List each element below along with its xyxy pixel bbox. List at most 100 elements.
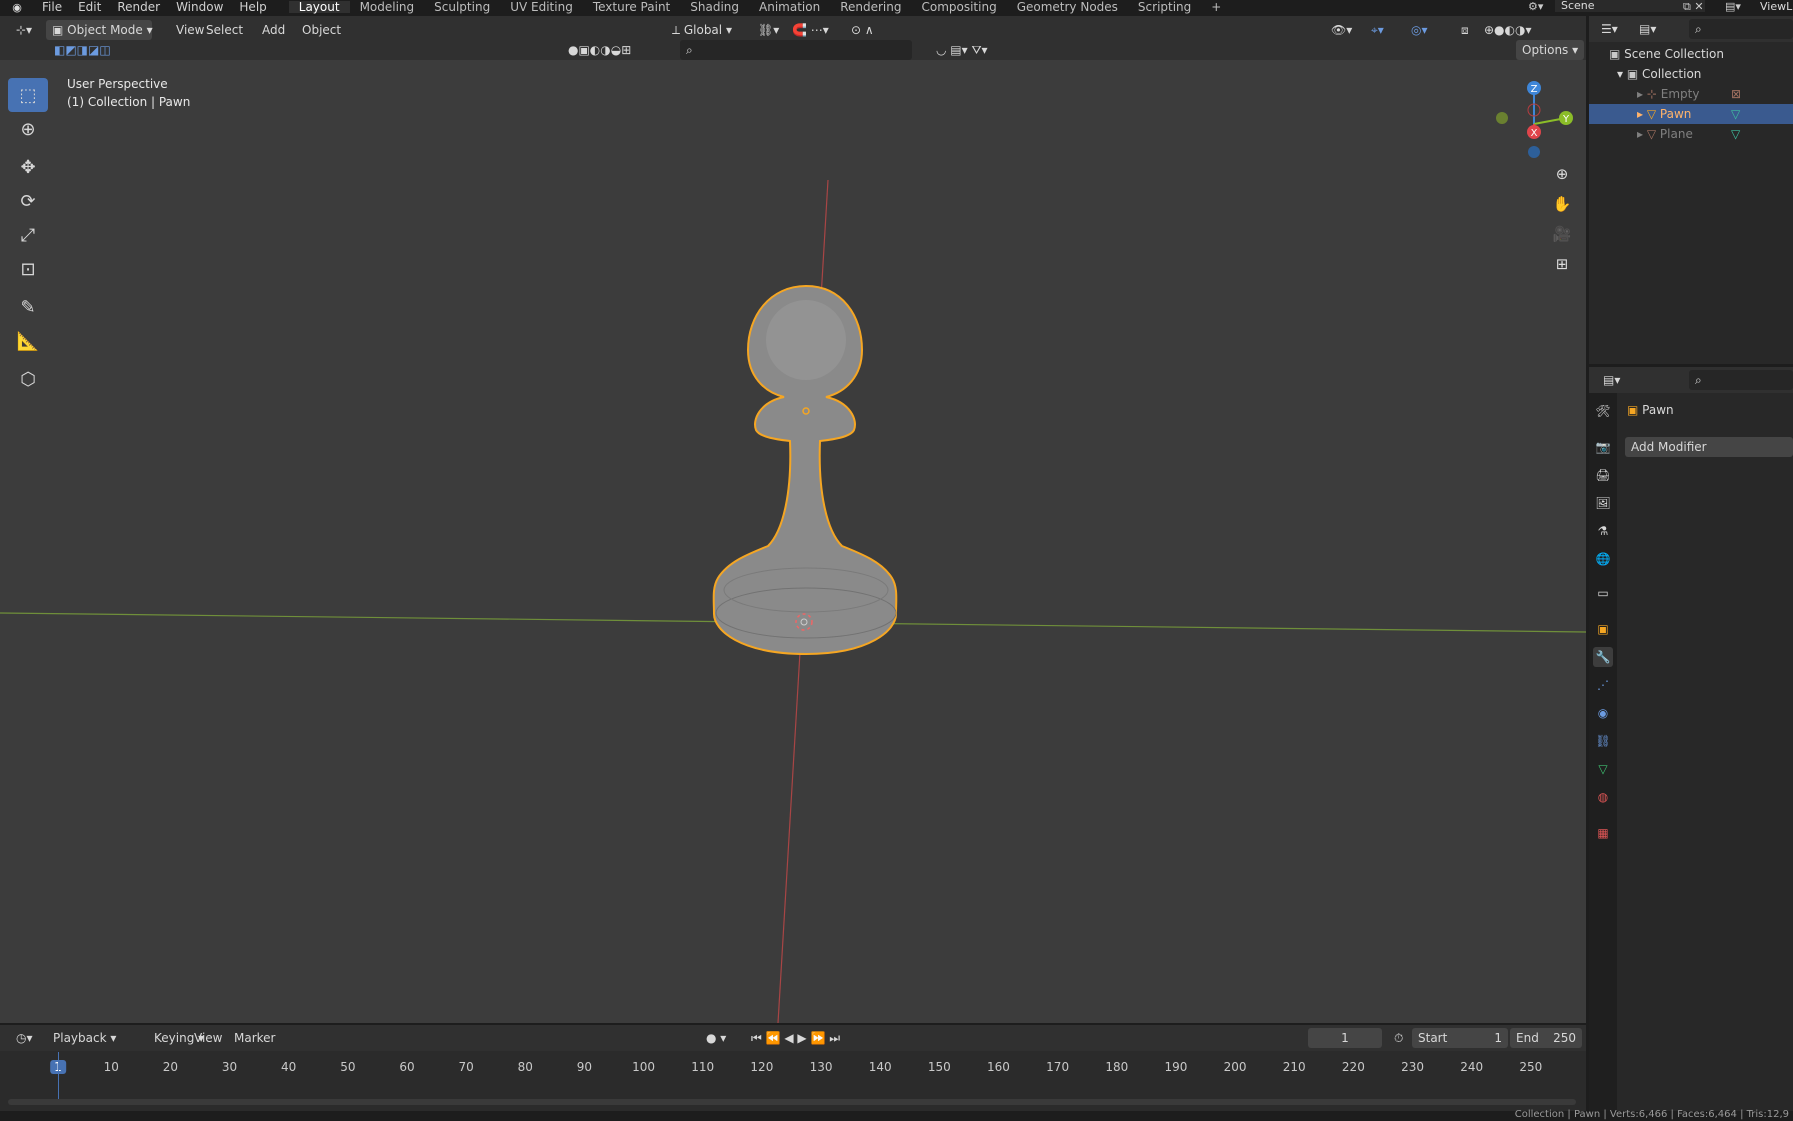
output-tab-icon[interactable]: 🖨 bbox=[1593, 465, 1613, 485]
filter-icon[interactable]: ◡ ▤▾ ⛛▾ bbox=[930, 40, 994, 60]
tab-shading[interactable]: Shading bbox=[680, 1, 749, 13]
outliner-search[interactable]: ⌕ bbox=[1689, 19, 1793, 39]
menu-select[interactable]: Select bbox=[200, 20, 249, 40]
proportional-edit-icon[interactable]: ⊙ ∧ bbox=[845, 20, 880, 40]
transform-orientation[interactable]: ⟂ Global ▾ bbox=[666, 20, 738, 40]
timeline-editor-icon[interactable]: ◷▾ bbox=[10, 1028, 39, 1048]
outliner-item-plane[interactable]: ▸ ▽ Plane ▽ bbox=[1589, 124, 1793, 144]
view-layer-icon[interactable]: ▤▾ bbox=[1725, 0, 1741, 13]
collection-tab-icon[interactable]: ▭ bbox=[1593, 583, 1613, 603]
view-layer-selector[interactable]: ViewL bbox=[1760, 0, 1792, 13]
blender-logo-icon[interactable]: ◉ bbox=[0, 1, 34, 14]
tab-geometry-nodes[interactable]: Geometry Nodes bbox=[1007, 1, 1128, 13]
add-workspace-button[interactable]: + bbox=[1201, 1, 1231, 13]
menu-timeline-view[interactable]: View bbox=[188, 1028, 228, 1048]
properties-search[interactable]: ⌕ bbox=[1689, 370, 1793, 390]
outliner-item-empty[interactable]: ▸ ⊹ Empty ⊠ bbox=[1589, 84, 1793, 104]
menu-playback[interactable]: Playback ▾ bbox=[47, 1028, 122, 1048]
display-mode-icon[interactable]: ▤▾ bbox=[1633, 19, 1662, 39]
tab-modeling[interactable]: Modeling bbox=[350, 1, 425, 13]
annotate-tool-icon[interactable]: ✎ bbox=[8, 290, 48, 324]
pan-hand-icon[interactable]: ✋ bbox=[1548, 190, 1576, 218]
world-tab-icon[interactable]: 🌐 bbox=[1593, 549, 1613, 569]
tab-rendering[interactable]: Rendering bbox=[830, 1, 911, 13]
properties-editor-icon[interactable]: ▤▾ bbox=[1597, 370, 1626, 390]
data-tab-icon[interactable]: ▽ bbox=[1593, 759, 1613, 779]
scale-tool-icon[interactable]: ⤢ bbox=[8, 218, 48, 252]
camera-view-icon[interactable]: 🎥 bbox=[1548, 220, 1576, 248]
frame-ruler[interactable]: 1102030405060708090100110120130140150160… bbox=[0, 1052, 1586, 1102]
measure-tool-icon[interactable]: 📐 bbox=[8, 324, 48, 358]
menu-help[interactable]: Help bbox=[231, 1, 274, 13]
add-cube-tool-icon[interactable]: ⬡ bbox=[8, 362, 48, 396]
select-box-tool-icon[interactable]: ⬚ bbox=[8, 78, 48, 112]
outliner-editor-icon[interactable]: ☰▾ bbox=[1595, 19, 1624, 39]
editor-type-icon[interactable]: ⊹▾ bbox=[10, 20, 38, 40]
cursor-tool-icon[interactable]: ⊕ bbox=[8, 112, 48, 146]
move-tool-icon[interactable]: ✥ bbox=[8, 150, 48, 184]
menu-window[interactable]: Window bbox=[168, 1, 231, 13]
object-tab-icon[interactable]: ▣ bbox=[1593, 619, 1613, 639]
overlay-toggle-icon[interactable]: ◎▾ bbox=[1405, 20, 1434, 40]
constraints-tab-icon[interactable]: ⛓ bbox=[1593, 731, 1613, 751]
start-frame-field[interactable]: Start 1 bbox=[1412, 1028, 1508, 1048]
tab-uv-editing[interactable]: UV Editing bbox=[500, 1, 583, 13]
expand-icon[interactable]: ▸ bbox=[1637, 107, 1643, 121]
scene-tab-icon[interactable]: ⚗ bbox=[1593, 521, 1613, 541]
add-modifier-button[interactable]: Add Modifier bbox=[1625, 437, 1793, 457]
transform-tool-icon[interactable]: ⊡ bbox=[8, 252, 48, 286]
shading-buttons[interactable]: ⊕●◐◑▾ bbox=[1478, 20, 1538, 40]
material-tab-icon[interactable]: ◍ bbox=[1593, 787, 1613, 807]
scene-icon[interactable]: ⚙▾ bbox=[1528, 0, 1543, 13]
visibility-icon[interactable]: 👁▾ bbox=[1325, 20, 1358, 40]
tab-compositing[interactable]: Compositing bbox=[911, 1, 1006, 13]
render-tab-icon[interactable]: 📷 bbox=[1593, 437, 1613, 457]
mesh-data-icon[interactable]: ▽ bbox=[1731, 104, 1740, 124]
collection-row[interactable]: ▾ ▣ Collection bbox=[1589, 64, 1793, 84]
snap-icon[interactable]: 🧲 ⋯▾ bbox=[786, 20, 835, 40]
menu-marker[interactable]: Marker bbox=[228, 1028, 281, 1048]
menu-file[interactable]: File bbox=[34, 1, 70, 13]
tab-scripting[interactable]: Scripting bbox=[1128, 1, 1201, 13]
3d-viewport[interactable]: User Perspective (1) Collection | Pawn Z… bbox=[0, 60, 1586, 1023]
expand-icon[interactable]: ▸ bbox=[1637, 127, 1643, 141]
stopwatch-icon[interactable]: ⏱ bbox=[1388, 1028, 1409, 1048]
menu-edit[interactable]: Edit bbox=[70, 1, 109, 13]
tool-tab-icon[interactable]: 🛠 bbox=[1593, 401, 1613, 421]
tab-texture-paint[interactable]: Texture Paint bbox=[583, 1, 680, 13]
physics-tab-icon[interactable]: ◉ bbox=[1593, 703, 1613, 723]
view-layer-tab-icon[interactable]: 🖼 bbox=[1593, 493, 1613, 513]
texture-tab-icon[interactable]: ▦ bbox=[1593, 823, 1613, 843]
mode-selector[interactable]: ▣ Object Mode ▾ bbox=[46, 20, 153, 40]
navigation-gizmo[interactable]: Z Y X bbox=[1494, 80, 1574, 160]
new-scene-icon[interactable]: ⧉ ✕ bbox=[1683, 0, 1704, 14]
end-frame-field[interactable]: End 250 bbox=[1510, 1028, 1582, 1048]
current-frame-field[interactable]: 1 bbox=[1308, 1028, 1382, 1048]
pivot-point-icon[interactable]: ⛓▾ bbox=[752, 20, 785, 40]
gizmo-toggle-icon[interactable]: ⌖▾ bbox=[1365, 20, 1390, 40]
tab-layout[interactable]: Layout bbox=[288, 1, 350, 13]
menu-render[interactable]: Render bbox=[109, 1, 168, 13]
outliner-item-pawn[interactable]: ▸ ▽ Pawn ▽ bbox=[1589, 104, 1793, 124]
menu-add[interactable]: Add bbox=[256, 20, 291, 40]
rotate-tool-icon[interactable]: ⟳ bbox=[8, 184, 48, 218]
scene-collection-row[interactable]: ▣ Scene Collection bbox=[1589, 44, 1793, 64]
zoom-icon[interactable]: ⊕ bbox=[1548, 160, 1576, 188]
mesh-data-icon[interactable]: ▽ bbox=[1731, 124, 1740, 144]
tab-sculpting[interactable]: Sculpting bbox=[424, 1, 500, 13]
expand-icon[interactable]: ▾ bbox=[1617, 67, 1623, 81]
modifier-tab-icon[interactable]: 🔧 bbox=[1593, 647, 1613, 667]
timeline-scrollbar[interactable] bbox=[8, 1099, 1576, 1105]
options-button[interactable]: Options ▾ bbox=[1516, 40, 1585, 60]
viewport-shading-modes[interactable]: ●▣◐◑◒⊞ bbox=[562, 40, 637, 60]
playback-controls[interactable]: ⏮ ⏪ ◀ ▶ ⏩ ⏭ bbox=[745, 1028, 846, 1048]
record-button-icon[interactable]: ● ▾ bbox=[700, 1028, 732, 1048]
tab-animation[interactable]: Animation bbox=[749, 1, 830, 13]
expand-icon[interactable]: ▸ bbox=[1637, 87, 1643, 101]
ortho-grid-icon[interactable]: ⊞ bbox=[1548, 250, 1576, 278]
empty-data-icon[interactable]: ⊠ bbox=[1731, 84, 1741, 104]
menu-object[interactable]: Object bbox=[296, 20, 347, 40]
xray-icon[interactable]: ⧈ bbox=[1455, 20, 1475, 40]
particles-tab-icon[interactable]: ⋰ bbox=[1593, 675, 1613, 695]
select-mode-icons[interactable]: ◧◩◨◪◫ bbox=[48, 40, 117, 60]
